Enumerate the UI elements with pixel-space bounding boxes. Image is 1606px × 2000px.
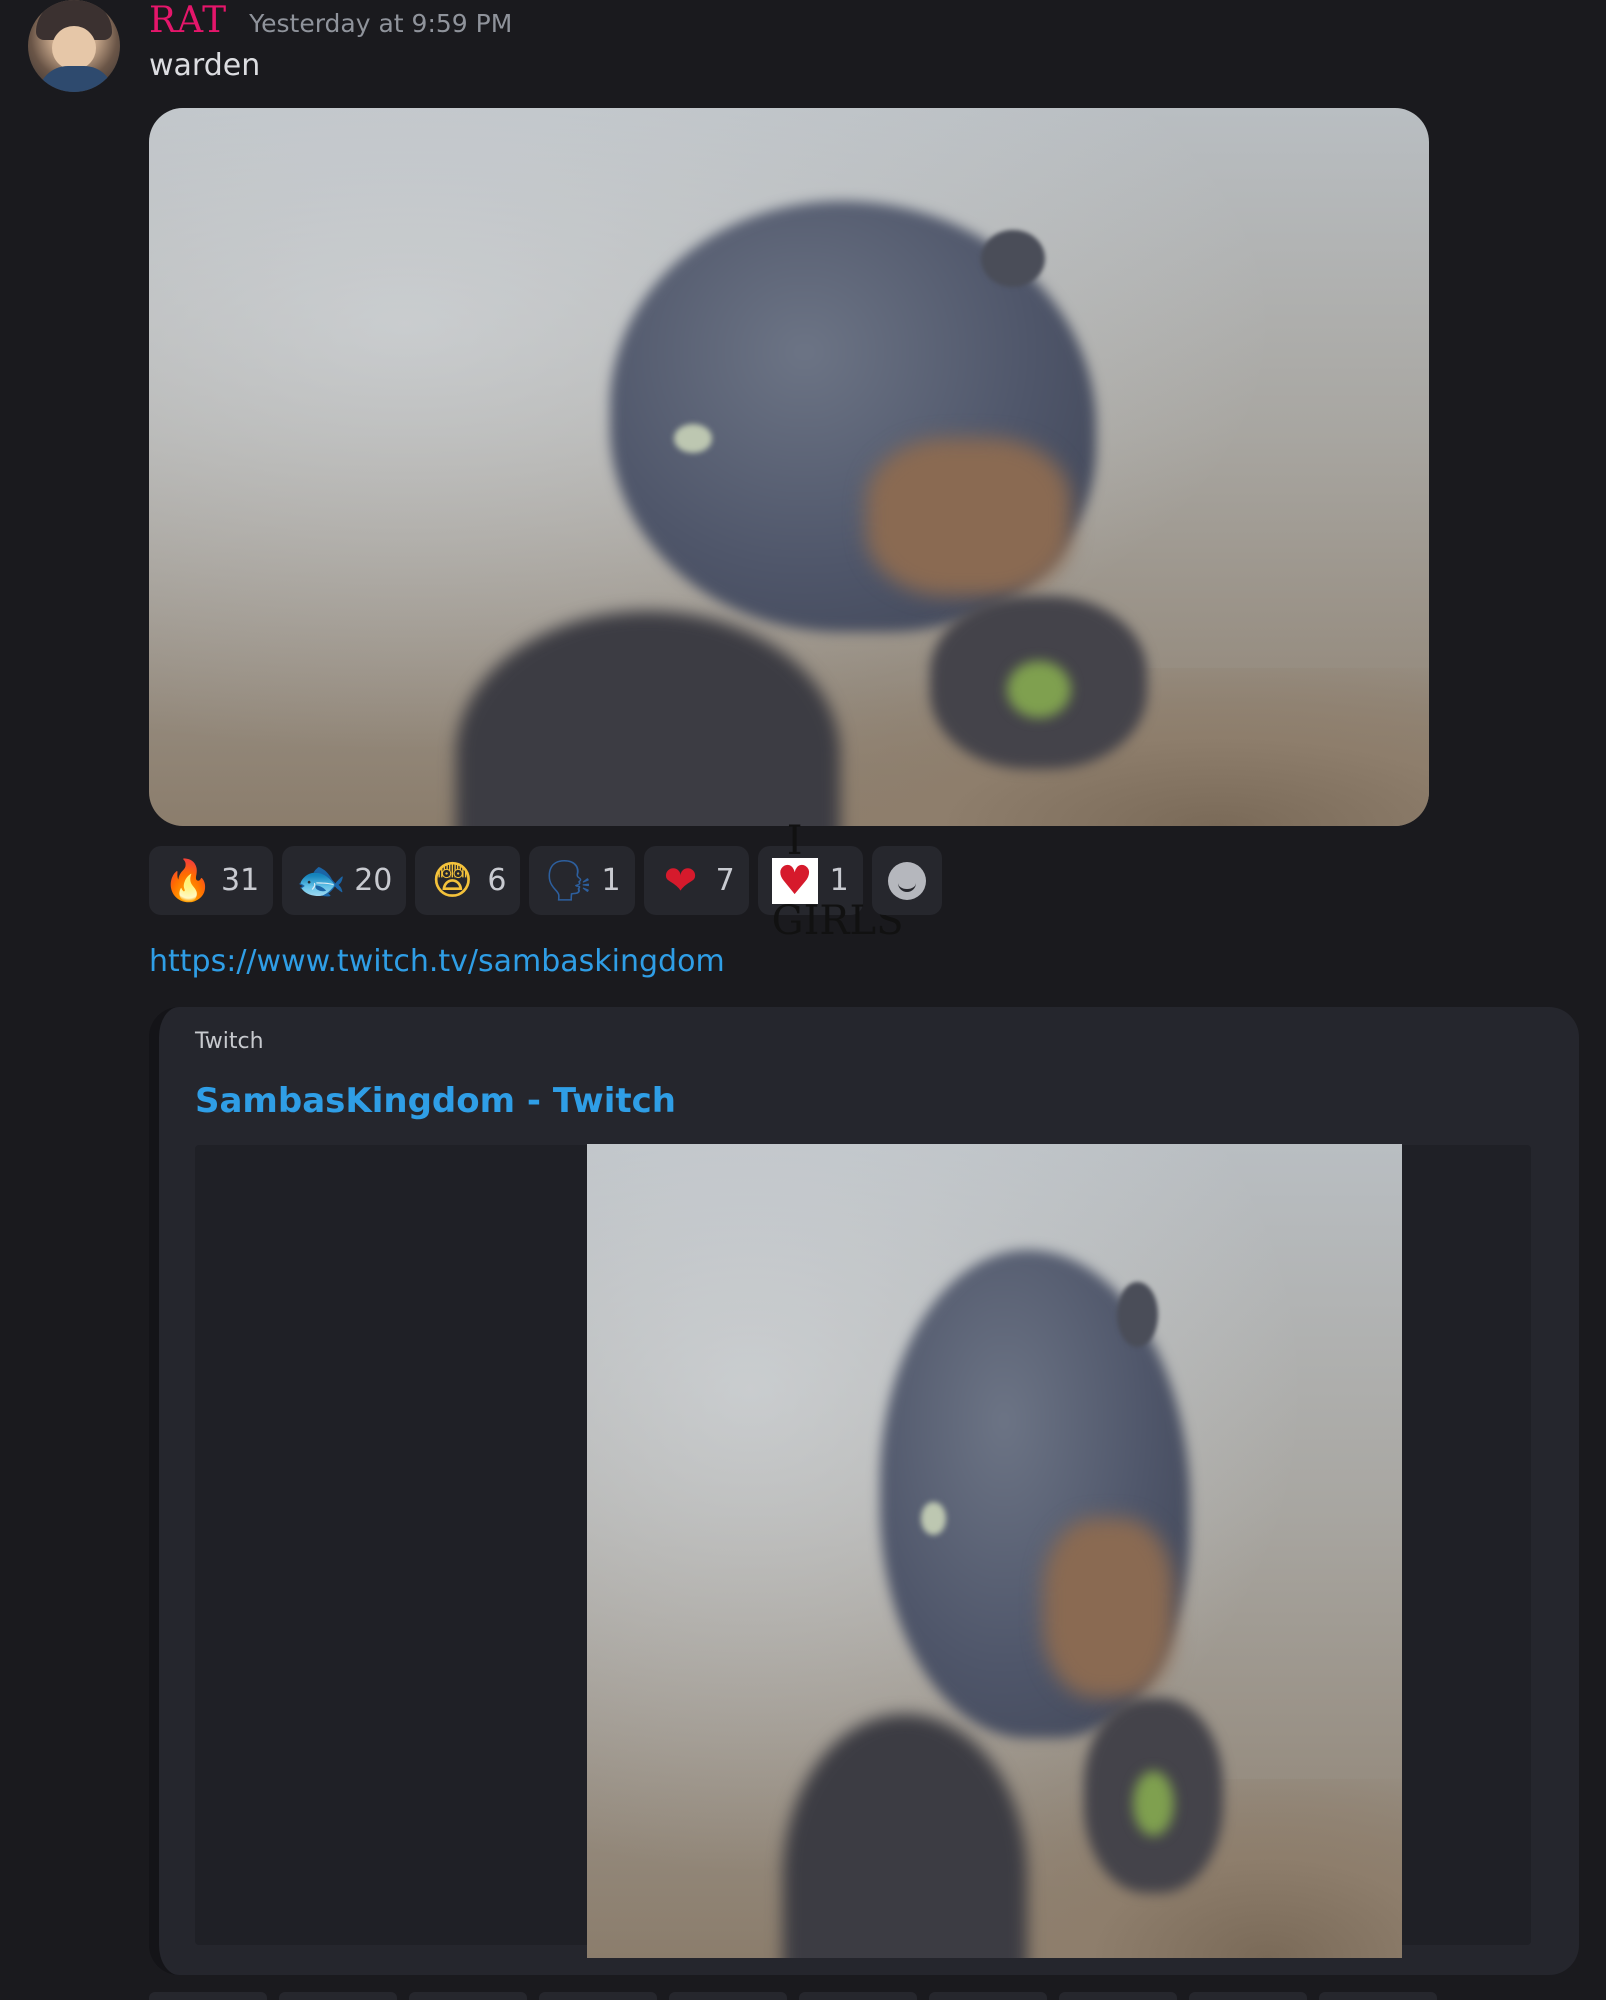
reactions-bar: 🔥 31 🐟 20 😨 6 🗣 1 ❤ 7 I ♥ GIRLS 1 (149, 817, 942, 944)
avatar-coat (38, 66, 114, 92)
fish-icon: 🐟 (296, 857, 346, 904)
reaction-count: 1 (601, 863, 621, 898)
embed-thumbnail[interactable] (587, 1144, 1402, 1958)
fish-image (149, 108, 1429, 826)
message-image-attachment[interactable] (149, 108, 1429, 826)
reaction-count: 7 (715, 863, 735, 898)
speaking-head-icon: 🗣 (543, 857, 595, 904)
avatar[interactable] (28, 0, 120, 92)
next-reactions-row (149, 1992, 1579, 2000)
fire-icon: 🔥 (163, 857, 213, 904)
message-header: RAT Yesterday at 9:59 PM (149, 0, 512, 44)
i-love-girls-icon: I ♥ GIRLS (771, 817, 904, 944)
smiley-icon (887, 861, 926, 900)
anxious-face-icon: 😨 (431, 857, 474, 904)
message-text: warden (149, 48, 261, 83)
chat-message: RAT Yesterday at 9:59 PM warden 🔥 31 🐟 2… (0, 0, 1606, 2000)
reaction-i-love-girls[interactable]: I ♥ GIRLS 1 (757, 817, 904, 944)
reaction-speaking-head[interactable]: 🗣 1 (529, 846, 635, 915)
reaction-fire[interactable]: 🔥 31 (149, 846, 274, 915)
reaction-anxious-face[interactable]: 😨 6 (415, 846, 521, 915)
heart-icon: ❤ (663, 857, 698, 904)
link-embed: Twitch SambasKingdom - Twitch (149, 1007, 1579, 1975)
reaction-fish[interactable]: 🐟 20 (282, 846, 407, 915)
reaction-count: 1 (829, 863, 849, 898)
reaction-count: 20 (354, 863, 393, 898)
timestamp[interactable]: Yesterday at 9:59 PM (249, 9, 512, 38)
reaction-heart[interactable]: ❤ 7 (643, 846, 749, 915)
reaction-count: 31 (221, 863, 260, 898)
embed-title[interactable]: SambasKingdom - Twitch (195, 1081, 676, 1121)
avatar-face (52, 26, 96, 70)
embed-provider[interactable]: Twitch (195, 1029, 264, 1054)
add-reaction-button[interactable] (871, 846, 942, 915)
twitch-link[interactable]: https://www.twitch.tv/sambaskingdom (149, 944, 725, 979)
fish-image (587, 1144, 1402, 1958)
reaction-count: 6 (487, 863, 507, 898)
username[interactable]: RAT (149, 0, 227, 41)
